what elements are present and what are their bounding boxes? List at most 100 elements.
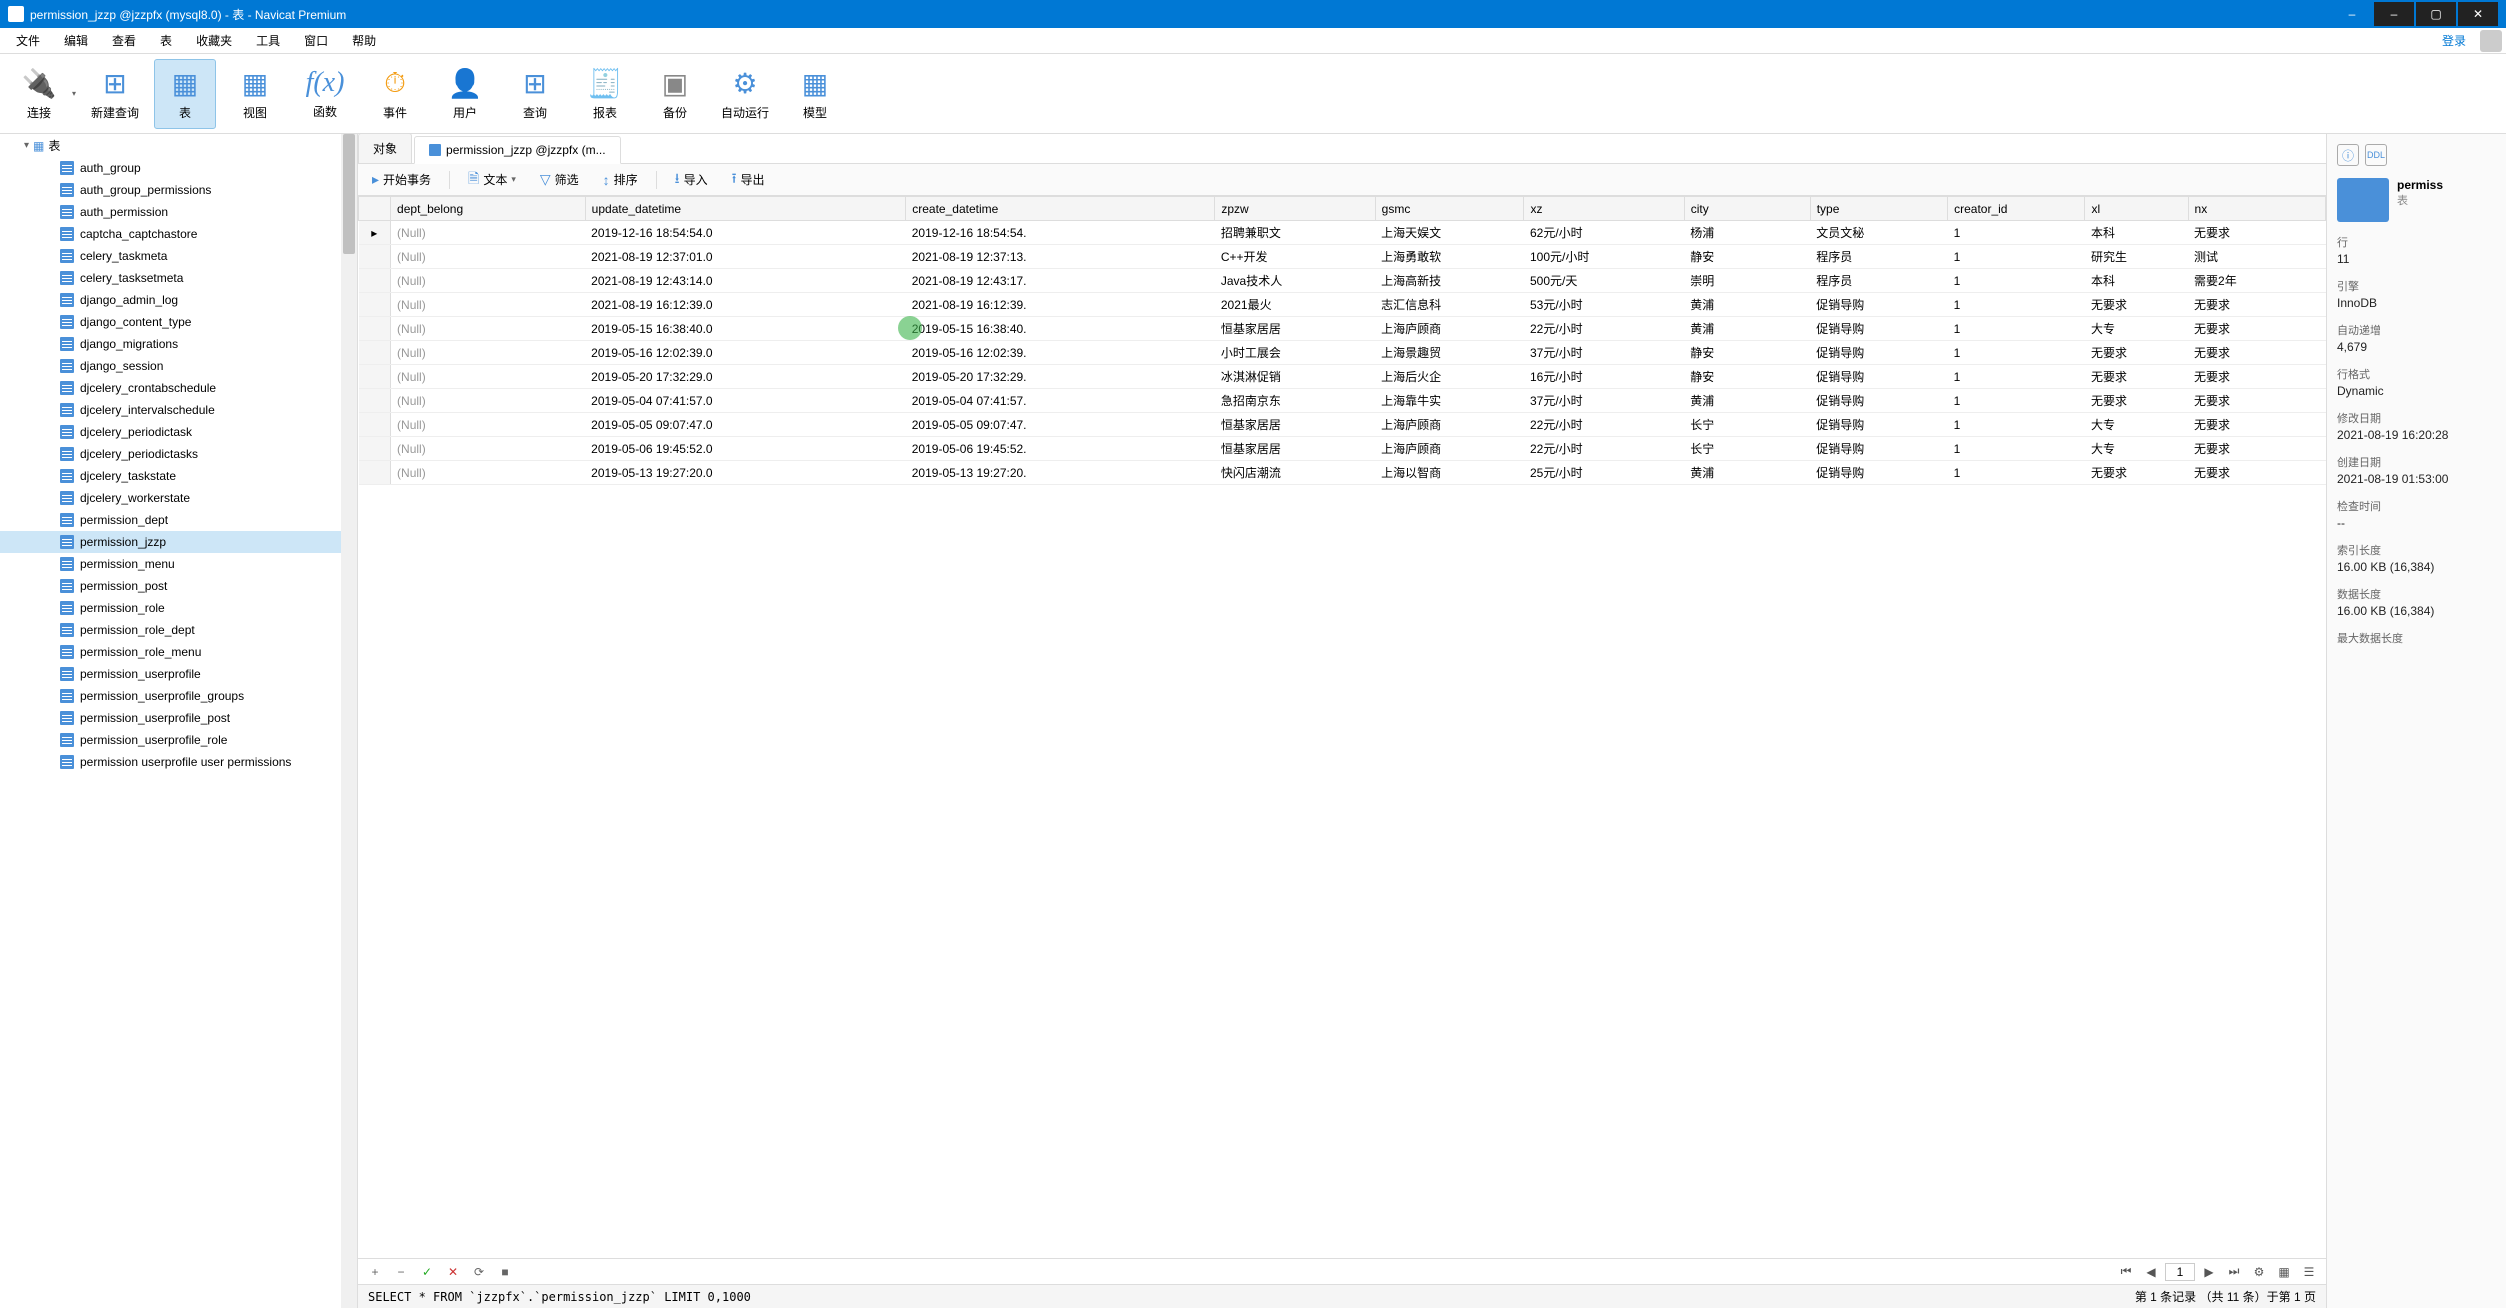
cell-dept_belong[interactable]: (Null) [391, 365, 586, 389]
cell-dept_belong[interactable]: (Null) [391, 437, 586, 461]
table-row[interactable]: (Null)2019-05-05 09:07:47.02019-05-05 09… [359, 413, 2326, 437]
cancel-edit-button[interactable]: ✕ [442, 1262, 464, 1282]
cell-create_datetime[interactable]: 2019-05-16 12:02:39. [906, 341, 1215, 365]
sidebar-vscroll[interactable] [341, 134, 357, 1308]
col-zpzw[interactable]: zpzw [1215, 197, 1375, 221]
cell-xl[interactable]: 无要求 [2085, 461, 2188, 485]
col-type[interactable]: type [1810, 197, 1947, 221]
tree-item-permission_userprofile_role[interactable]: permission_userprofile_role [0, 729, 357, 751]
cell-creator_id[interactable]: 1 [1948, 269, 2085, 293]
cell-create_datetime[interactable]: 2019-05-06 19:45:52. [906, 437, 1215, 461]
cell-create_datetime[interactable]: 2019-05-15 16:38:40. [906, 317, 1215, 341]
cell-dept_belong[interactable]: (Null) [391, 389, 586, 413]
stop-button[interactable]: ■ [494, 1262, 516, 1282]
cell-city[interactable]: 静安 [1684, 341, 1810, 365]
cell-xz[interactable]: 500元/天 [1524, 269, 1684, 293]
cell-create_datetime[interactable]: 2019-05-13 19:27:20. [906, 461, 1215, 485]
tree-item-djcelery_workerstate[interactable]: djcelery_workerstate [0, 487, 357, 509]
cell-xl[interactable]: 本科 [2085, 269, 2188, 293]
cell-gsmc[interactable]: 上海以智商 [1375, 461, 1524, 485]
ribbon-autorun[interactable]: ⚙自动运行 [714, 59, 776, 129]
cell-xz[interactable]: 16元/小时 [1524, 365, 1684, 389]
menu-help[interactable]: 帮助 [340, 29, 388, 52]
cell-gsmc[interactable]: 上海高新技 [1375, 269, 1524, 293]
cell-xz[interactable]: 53元/小时 [1524, 293, 1684, 317]
filter-button[interactable]: ▽筛选 [534, 168, 585, 191]
ribbon-function[interactable]: f(x)函数 [294, 59, 356, 129]
tree-item-django_admin_log[interactable]: django_admin_log [0, 289, 357, 311]
table-row[interactable]: (Null)2019-05-20 17:32:29.02019-05-20 17… [359, 365, 2326, 389]
begin-transaction-button[interactable]: ▸开始事务 [366, 168, 437, 191]
table-row[interactable]: (Null)2021-08-19 12:37:01.02021-08-19 12… [359, 245, 2326, 269]
cell-type[interactable]: 促销导购 [1810, 461, 1947, 485]
refresh-button[interactable]: ⟳ [468, 1262, 490, 1282]
cell-xl[interactable]: 无要求 [2085, 389, 2188, 413]
ribbon-model[interactable]: ▦模型 [784, 59, 846, 129]
cell-type[interactable]: 程序员 [1810, 269, 1947, 293]
apply-button[interactable]: ✓ [416, 1262, 438, 1282]
cell-xl[interactable]: 大专 [2085, 437, 2188, 461]
cell-dept_belong[interactable]: (Null) [391, 221, 586, 245]
tree-item-auth_permission[interactable]: auth_permission [0, 201, 357, 223]
cell-city[interactable]: 黄浦 [1684, 293, 1810, 317]
tree-item-celery_taskmeta[interactable]: celery_taskmeta [0, 245, 357, 267]
cell-creator_id[interactable]: 1 [1948, 413, 2085, 437]
cell-create_datetime[interactable]: 2019-05-04 07:41:57. [906, 389, 1215, 413]
cell-gsmc[interactable]: 上海后火企 [1375, 365, 1524, 389]
cell-gsmc[interactable]: 上海景趣贸 [1375, 341, 1524, 365]
tree-item-permission_dept[interactable]: permission_dept [0, 509, 357, 531]
cell-gsmc[interactable]: 上海庐顾商 [1375, 437, 1524, 461]
cell-nx[interactable]: 无要求 [2188, 293, 2325, 317]
minimize-button[interactable]: – [2332, 2, 2372, 26]
cell-creator_id[interactable]: 1 [1948, 365, 2085, 389]
cell-update_datetime[interactable]: 2019-05-06 19:45:52.0 [585, 437, 906, 461]
cell-xl[interactable]: 无要求 [2085, 341, 2188, 365]
cell-zpzw[interactable]: 恒基家居居 [1215, 317, 1375, 341]
cell-gsmc[interactable]: 志汇信息科 [1375, 293, 1524, 317]
cell-xl[interactable]: 无要求 [2085, 365, 2188, 389]
ribbon-user[interactable]: 👤用户 [434, 59, 496, 129]
cell-nx[interactable]: 需要2年 [2188, 269, 2325, 293]
table-row[interactable]: (Null)2021-08-19 16:12:39.02021-08-19 16… [359, 293, 2326, 317]
cell-city[interactable]: 崇明 [1684, 269, 1810, 293]
cell-update_datetime[interactable]: 2019-05-15 16:38:40.0 [585, 317, 906, 341]
cell-type[interactable]: 促销导购 [1810, 413, 1947, 437]
menu-view[interactable]: 查看 [100, 29, 148, 52]
tree-item-permission_role_dept[interactable]: permission_role_dept [0, 619, 357, 641]
col-nx[interactable]: nx [2188, 197, 2325, 221]
menu-window[interactable]: 窗口 [292, 29, 340, 52]
tree-item-permission_role_menu[interactable]: permission_role_menu [0, 641, 357, 663]
cell-xz[interactable]: 22元/小时 [1524, 437, 1684, 461]
grid-view-button[interactable]: ▦ [2273, 1262, 2295, 1282]
ribbon-view[interactable]: ▦视图 [224, 59, 286, 129]
cell-xl[interactable]: 研究生 [2085, 245, 2188, 269]
page-input[interactable] [2165, 1263, 2195, 1281]
last-page-button[interactable]: ⏭ [2223, 1262, 2245, 1282]
tree-item-auth_group[interactable]: auth_group [0, 157, 357, 179]
cell-city[interactable]: 长宁 [1684, 437, 1810, 461]
cell-xl[interactable]: 本科 [2085, 221, 2188, 245]
tree-item-djcelery_periodictask[interactable]: djcelery_periodictask [0, 421, 357, 443]
cell-creator_id[interactable]: 1 [1948, 317, 2085, 341]
table-row[interactable]: ▸(Null)2019-12-16 18:54:54.02019-12-16 1… [359, 221, 2326, 245]
cell-gsmc[interactable]: 上海勇敢软 [1375, 245, 1524, 269]
cell-create_datetime[interactable]: 2021-08-19 16:12:39. [906, 293, 1215, 317]
tree-item-permission_userprofile[interactable]: permission_userprofile [0, 663, 357, 685]
avatar[interactable] [2480, 30, 2502, 52]
cell-type[interactable]: 文员文秘 [1810, 221, 1947, 245]
text-mode-button[interactable]: 🗎文本▾ [462, 165, 522, 195]
settings-button[interactable]: ⚙ [2248, 1262, 2270, 1282]
ribbon-query[interactable]: ⊞查询 [504, 59, 566, 129]
cell-create_datetime[interactable]: 2019-12-16 18:54:54. [906, 221, 1215, 245]
tree-item-permission_jzzp[interactable]: permission_jzzp [0, 531, 357, 553]
cell-type[interactable]: 促销导购 [1810, 293, 1947, 317]
cell-city[interactable]: 长宁 [1684, 413, 1810, 437]
cell-zpzw[interactable]: 快闪店潮流 [1215, 461, 1375, 485]
cell-zpzw[interactable]: Java技术人 [1215, 269, 1375, 293]
cell-create_datetime[interactable]: 2019-05-05 09:07:47. [906, 413, 1215, 437]
cell-creator_id[interactable]: 1 [1948, 293, 2085, 317]
login-link[interactable]: 登录 [2434, 29, 2474, 52]
cell-city[interactable]: 黄浦 [1684, 389, 1810, 413]
tree-item-permission_userprofile_groups[interactable]: permission_userprofile_groups [0, 685, 357, 707]
cell-create_datetime[interactable]: 2019-05-20 17:32:29. [906, 365, 1215, 389]
